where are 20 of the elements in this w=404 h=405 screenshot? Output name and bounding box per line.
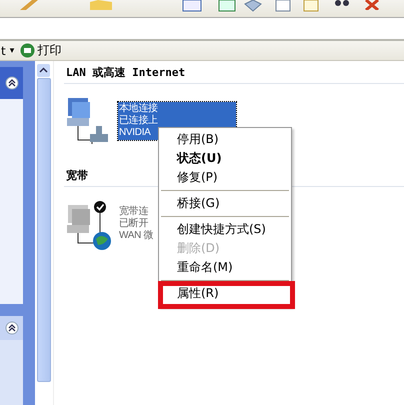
connection-label[interactable]: 宽带连 已断开 WAN 微: [118, 205, 154, 243]
print-button[interactable]: 打印: [20, 42, 62, 59]
menu-item[interactable]: 桥接(G): [159, 194, 291, 213]
scroll-up-icon[interactable]: [37, 64, 50, 77]
menu-label[interactable]: t: [1, 44, 6, 58]
printer-icon: [20, 43, 36, 58]
window-icon[interactable]: [218, 0, 236, 12]
collapse-icon[interactable]: [5, 321, 19, 335]
menu-item[interactable]: 修复(P): [159, 168, 291, 187]
close-icon[interactable]: [364, 0, 380, 10]
menu-item[interactable]: 创建快捷方式(S): [159, 220, 291, 239]
task-panel: [0, 340, 23, 405]
menu-item[interactable]: 重命名(M): [159, 258, 291, 277]
window-icon[interactable]: [182, 0, 202, 12]
group-heading: LAN 或高速 Internet: [64, 61, 404, 84]
collapse-icon[interactable]: [5, 76, 19, 90]
document-icon[interactable]: [302, 0, 320, 12]
dropdown-arrow-icon[interactable]: ▾: [10, 46, 14, 56]
menu-item[interactable]: 属性(R): [159, 284, 291, 303]
document-icon[interactable]: [274, 0, 292, 12]
